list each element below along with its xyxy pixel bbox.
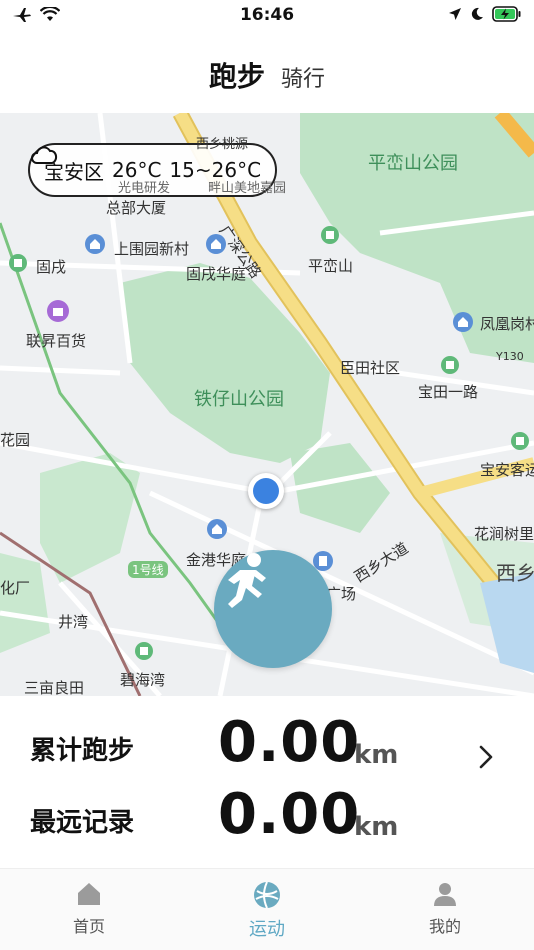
home-icon: [78, 883, 100, 905]
metro-line-label: 1号线: [128, 561, 168, 578]
total-run-value: 0.00: [218, 710, 361, 775]
longest-run-unit: km: [354, 812, 399, 842]
poi-shopping-icon: [47, 300, 69, 322]
start-run-button[interactable]: [214, 550, 332, 668]
map-label: 三亩良田: [24, 679, 85, 696]
map-label: 联昇百货: [26, 332, 87, 350]
tab-running[interactable]: 跑步: [209, 55, 265, 95]
bottom-nav: 首页 运动 我的: [0, 868, 534, 950]
map-label: 宝安客运: [480, 461, 534, 479]
chevron-right-icon[interactable]: [478, 744, 494, 770]
map-label: 总部大厦: [106, 199, 167, 217]
poi-building-icon: [85, 234, 105, 254]
map-label: 固戌华庭: [186, 265, 247, 283]
map-label: 化厂: [0, 579, 31, 597]
map-label: 光电研发: [118, 181, 171, 196]
status-right: [448, 6, 522, 22]
map-label: 井湾: [58, 613, 89, 631]
map-label: 平峦山: [308, 257, 354, 275]
map-label: 上围园新村: [114, 240, 190, 258]
sport-icon: [254, 881, 280, 909]
battery-charging-icon: [492, 6, 521, 22]
poi-building-icon: [206, 234, 226, 254]
map-label: 碧海湾: [120, 671, 166, 689]
metro-station-icon: [441, 356, 459, 374]
longest-run-value: 0.00: [218, 782, 361, 847]
poi-building-icon: [207, 519, 227, 539]
metro-station-icon: [9, 254, 27, 272]
poi-building-icon: [453, 312, 473, 332]
longest-run-label: 最远记录: [30, 808, 135, 838]
map-label: 西乡桃源: [196, 137, 249, 152]
nav-profile[interactable]: 我的: [356, 869, 534, 950]
status-bar: 16:46: [0, 0, 534, 30]
tab-cycling[interactable]: 骑行: [281, 61, 325, 93]
nav-sport-label: 运动: [249, 919, 285, 940]
map-label: 花涧树里: [474, 525, 534, 543]
metro-station-icon: [321, 226, 339, 244]
map-label: Y130: [496, 350, 524, 363]
map-label-park: 铁仔山公园: [194, 389, 284, 410]
longest-run-row: 最远记录 0.00 km: [0, 782, 534, 854]
map-label: 固戌: [36, 258, 67, 276]
map-view[interactable]: 宝安区 26°C 15~26°C 平峦山公园 铁仔山公园 西乡桃源 光电研发 总…: [0, 113, 534, 696]
nav-sport[interactable]: 运动: [178, 869, 356, 950]
total-run-label: 累计跑步: [30, 736, 135, 766]
sport-tabs: 跑步 骑行: [0, 40, 534, 110]
moon-icon: [471, 7, 483, 20]
nav-profile-label: 我的: [428, 917, 461, 936]
total-run-unit: km: [354, 740, 399, 770]
map-label: 凤凰岗村: [480, 315, 534, 333]
metro-station-icon: [135, 642, 153, 660]
run-stats: 累计跑步 0.00 km 最远记录 0.00 km: [0, 700, 534, 865]
running-person-icon: [228, 553, 266, 608]
map-label: 臣田社区: [340, 359, 401, 377]
location-arrow-icon: [449, 8, 461, 20]
profile-icon: [434, 883, 456, 906]
map-label: 畔山美地嘉园: [208, 181, 287, 196]
map-label: 西乡: [496, 561, 534, 585]
metro-station-icon: [511, 432, 529, 450]
total-run-row[interactable]: 累计跑步 0.00 km: [0, 710, 534, 782]
map-label: 宝田一路: [418, 383, 479, 401]
current-location-marker: [248, 473, 284, 509]
map-label: 花园: [0, 431, 31, 449]
cloud-icon: [31, 146, 58, 164]
nav-home-label: 首页: [72, 917, 105, 936]
map-label-park: 平峦山公园: [368, 153, 458, 174]
nav-home[interactable]: 首页: [0, 869, 178, 950]
